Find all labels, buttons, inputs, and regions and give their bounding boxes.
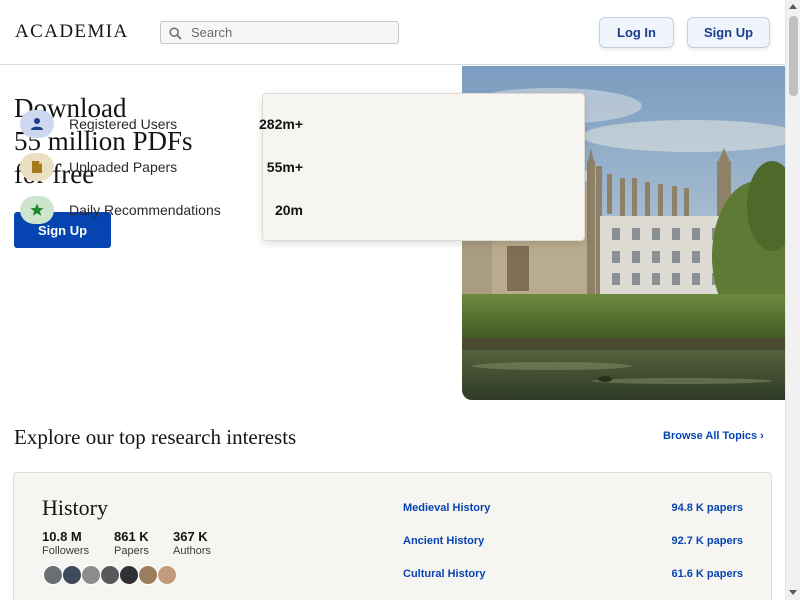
browse-all-topics-link[interactable]: Browse All Topics › [663, 430, 764, 442]
avatar[interactable] [119, 565, 139, 585]
stats-card [262, 93, 585, 241]
scroll-down-icon[interactable] [789, 590, 797, 595]
search-icon [169, 27, 182, 40]
avatar[interactable] [43, 565, 63, 585]
avatar[interactable] [62, 565, 82, 585]
star-badge [20, 196, 54, 224]
stat-value: 282m+ [259, 116, 303, 132]
metric-number: 861 K [114, 529, 149, 544]
topic-metric-authors: 367 K Authors [173, 529, 211, 558]
signup-button-header[interactable]: Sign Up [687, 17, 770, 48]
scroll-thumb[interactable] [789, 16, 798, 96]
page: ACADEMIA Log In Sign Up Download 55 mill… [0, 0, 800, 600]
metric-caption: Authors [173, 545, 211, 557]
subtopic-link[interactable]: Medieval History [403, 502, 490, 514]
top-navbar: ACADEMIA Log In Sign Up [0, 0, 785, 65]
avatar[interactable] [100, 565, 120, 585]
subtopic-count[interactable]: 94.8 K papers [671, 502, 743, 514]
stat-daily-recommendations: Daily Recommendations 20m [20, 195, 303, 225]
user-icon [31, 118, 43, 130]
explore-heading: Explore our top research interests [14, 425, 297, 449]
subtopic-link[interactable]: Ancient History [403, 535, 484, 547]
topic-metric-papers: 861 K Papers [114, 529, 149, 558]
search-input[interactable] [191, 24, 391, 41]
star-icon [30, 203, 44, 216]
metric-caption: Followers [42, 545, 90, 557]
search-box[interactable] [160, 21, 399, 44]
avatar[interactable] [81, 565, 101, 585]
subtopic-count[interactable]: 61.6 K papers [671, 568, 743, 580]
user-badge [20, 110, 54, 138]
follower-avatars [43, 565, 183, 585]
topic-title[interactable]: History [42, 495, 108, 521]
avatar[interactable] [138, 565, 158, 585]
stat-label: Uploaded Papers [69, 159, 178, 175]
document-badge [20, 153, 54, 181]
scroll-up-icon[interactable] [789, 4, 797, 9]
metric-number: 367 K [173, 529, 208, 544]
avatar[interactable] [157, 565, 177, 585]
subtopic-count[interactable]: 92.7 K papers [671, 535, 743, 547]
page-scrollbar[interactable] [785, 0, 800, 600]
academia-logo[interactable]: ACADEMIA [15, 21, 129, 43]
document-icon [32, 161, 42, 173]
metric-caption: Papers [114, 545, 149, 557]
stat-registered-users: Registered Users 282m+ [20, 109, 303, 139]
metric-number: 10.8 M [42, 529, 82, 544]
stat-label: Registered Users [69, 116, 178, 132]
stat-value: 55m+ [266, 159, 303, 175]
login-button[interactable]: Log In [599, 17, 674, 48]
stat-value: 20m [274, 202, 303, 218]
topic-metric-followers: 10.8 M Followers [42, 529, 89, 558]
stat-label: Daily Recommendations [69, 202, 221, 218]
stat-uploaded-papers: Uploaded Papers 55m+ [20, 152, 303, 182]
subtopic-link[interactable]: Cultural History [403, 568, 486, 580]
